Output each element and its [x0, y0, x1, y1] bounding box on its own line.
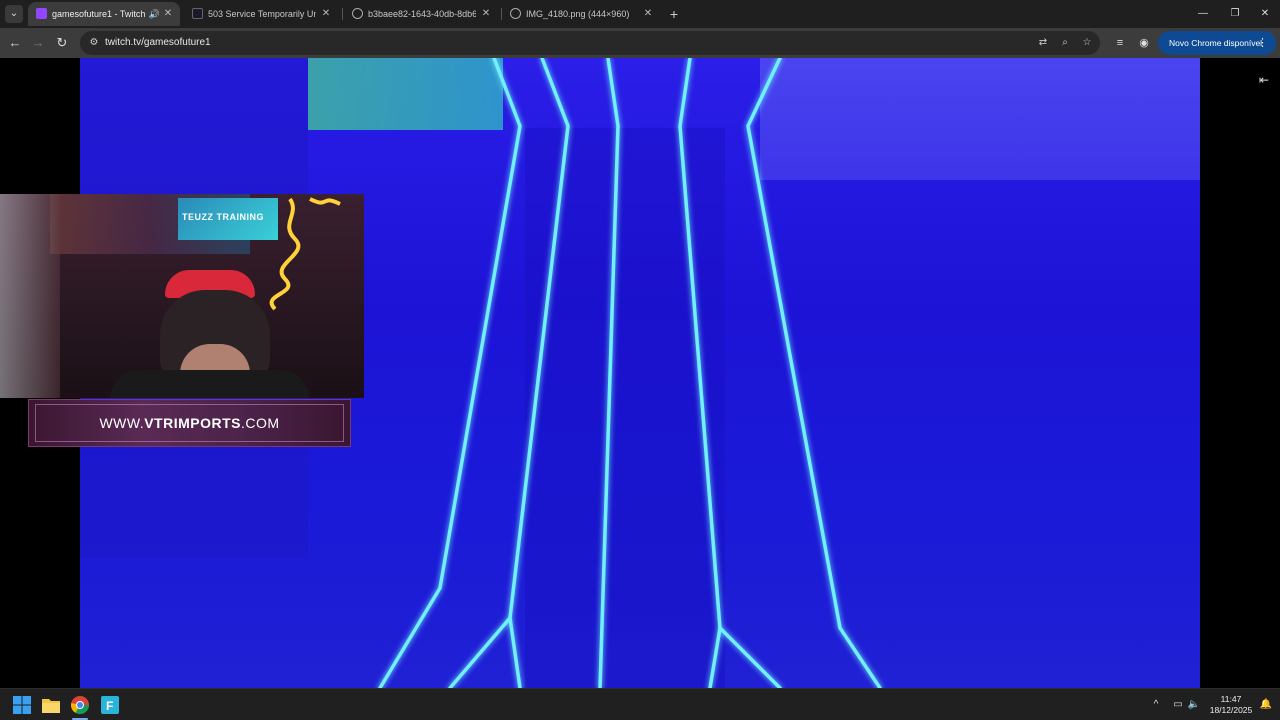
menu-kebab-icon[interactable]: ⋮: [1257, 31, 1268, 55]
file-explorer-icon[interactable]: [41, 695, 61, 715]
reload-button[interactable]: ↻: [52, 33, 72, 53]
cam-side-light: [0, 194, 60, 398]
chevron-up-icon[interactable]: ^: [1148, 697, 1164, 713]
page-favicon-icon: [192, 8, 203, 19]
url-text[interactable]: twitch.tv/gamesofuture1: [105, 31, 211, 55]
tab-search-button[interactable]: ⌄: [5, 5, 23, 23]
close-tab-icon[interactable]: ✕: [642, 2, 654, 26]
globe-icon: [510, 8, 521, 19]
browser-tab-strip: ⌄ gamesofuture1 - Twitch 🔊 ✕ 503 Service…: [0, 0, 1280, 28]
update-label: Novo Chrome disponível: [1169, 38, 1263, 48]
system-clock[interactable]: 11:47 18/12/2025: [1204, 694, 1258, 716]
site-info-icon[interactable]: ⚙: [88, 37, 100, 49]
sponsor-url: WWW.VTRIMPORTS.COM: [99, 415, 280, 431]
profile-icon[interactable]: ◉: [1134, 33, 1154, 53]
tab-img4180[interactable]: IMG_4180.png (444×960) ✕: [502, 2, 660, 26]
twitch-player[interactable]: ⇤ TEUZZ TRAINING WWW.VTRIMPORTS.COM: [0, 58, 1280, 688]
clock-date: 18/12/2025: [1209, 705, 1253, 715]
tab-title: IMG_4180.png (444×960): [526, 9, 630, 19]
network-icon[interactable]: ▭: [1170, 697, 1186, 713]
bookmark-star-icon[interactable]: ☆: [1079, 35, 1095, 51]
app-f-icon[interactable]: F: [100, 695, 120, 715]
collapse-chat-icon[interactable]: ⇤: [1256, 72, 1272, 88]
close-window-button[interactable]: ✕: [1248, 0, 1280, 28]
tab-title: b3baee82-1643-40db-8db6-b3: [368, 9, 476, 19]
sponsor-banner: WWW.VTRIMPORTS.COM: [28, 399, 351, 447]
close-tab-icon[interactable]: ✕: [162, 2, 174, 26]
browser-toolbar: ← → ↻ ⚙ twitch.tv/gamesofuture1 ⇄ ⌕ ☆ ≡ …: [0, 28, 1280, 58]
windows-taskbar: F ^ ▭ 🔈 11:47 18/12/2025 🔔: [0, 688, 1280, 720]
svg-text:F: F: [106, 699, 113, 713]
notification-bell-icon[interactable]: 🔔: [1258, 697, 1274, 713]
webcam-overlay: TEUZZ TRAINING: [0, 194, 364, 398]
windows-start-icon[interactable]: [12, 695, 32, 715]
close-tab-icon[interactable]: ✕: [320, 2, 332, 26]
clock-time: 11:47: [1220, 694, 1242, 704]
translate-icon[interactable]: ⇄: [1035, 35, 1051, 51]
tab-b3baee82[interactable]: b3baee82-1643-40db-8db6-b3 ✕: [344, 2, 498, 26]
chrome-icon[interactable]: [70, 695, 90, 715]
zoom-icon[interactable]: ⌕: [1057, 35, 1073, 51]
globe-icon: [352, 8, 363, 19]
twitch-favicon-icon: [36, 8, 47, 19]
back-button[interactable]: ←: [5, 33, 25, 53]
tab-twitch[interactable]: gamesofuture1 - Twitch 🔊 ✕: [28, 2, 180, 26]
tab-503[interactable]: 503 Service Temporarily Unavail ✕: [184, 2, 338, 26]
media-control-icon[interactable]: ≡: [1110, 33, 1130, 53]
address-bar[interactable]: ⚙ twitch.tv/gamesofuture1 ⇄ ⌕ ☆: [80, 31, 1100, 55]
forward-button[interactable]: →: [28, 33, 48, 53]
speaker-icon[interactable]: 🔊: [149, 2, 160, 26]
tab-separator: [342, 8, 343, 20]
restore-button[interactable]: ❐: [1218, 0, 1252, 28]
minimize-button[interactable]: —: [1186, 0, 1220, 28]
close-tab-icon[interactable]: ✕: [480, 2, 492, 26]
streamer-body: [110, 370, 310, 398]
new-tab-button[interactable]: +: [664, 4, 684, 24]
volume-icon[interactable]: 🔈: [1186, 697, 1202, 713]
tab-title: gamesofuture1 - Twitch: [52, 9, 146, 19]
chrome-update-button[interactable]: Novo Chrome disponível ⋮: [1158, 31, 1276, 55]
tab-title: 503 Service Temporarily Unavail: [208, 9, 316, 19]
